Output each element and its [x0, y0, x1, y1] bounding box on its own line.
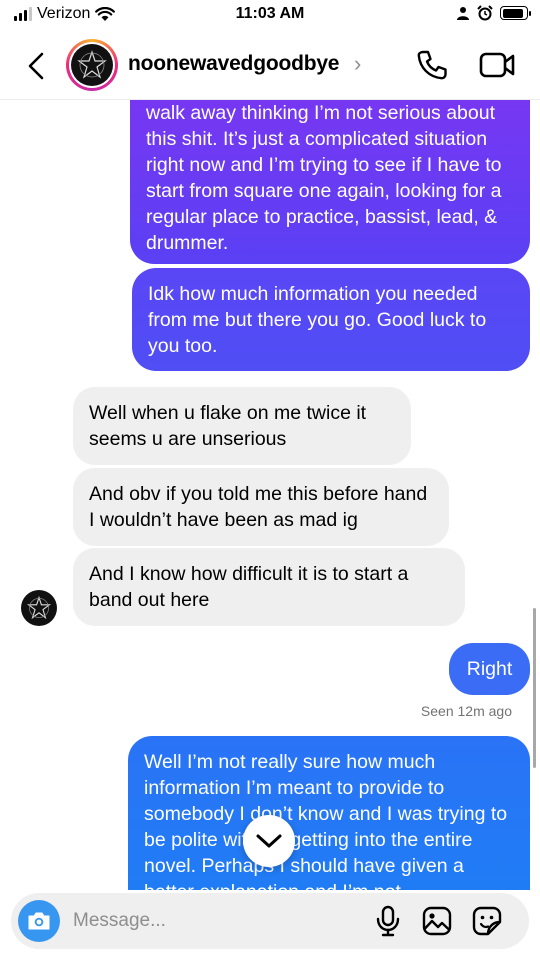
message-input[interactable]	[73, 908, 353, 934]
message-bubble-outgoing[interactable]: Right	[449, 643, 530, 695]
gallery-button[interactable]	[421, 905, 453, 937]
phone-icon	[417, 50, 447, 80]
alarm-icon	[477, 5, 493, 21]
camera-button[interactable]	[18, 900, 60, 942]
avatar-emblem-icon	[27, 596, 51, 620]
sender-avatar[interactable]	[21, 590, 57, 626]
chevron-down-icon	[256, 834, 282, 848]
status-icons	[456, 5, 531, 21]
camera-icon	[28, 912, 50, 930]
message-bubble-incoming[interactable]: Well when u flake on me twice it seems u…	[73, 387, 411, 465]
battery-icon	[500, 6, 531, 20]
message-bubble-outgoing[interactable]: Idk how much information you needed from…	[132, 268, 530, 371]
avatar-emblem-icon	[77, 50, 107, 79]
message-bubble-incoming[interactable]: And I know how difficult it is to start …	[73, 548, 465, 626]
message-composer	[11, 893, 529, 949]
scroll-to-bottom-button[interactable]	[243, 815, 295, 867]
message-bubble-outgoing[interactable]: Well I’m not really sure how much inform…	[128, 736, 530, 890]
message-bubble-outgoing[interactable]: walk away thinking I’m not serious about…	[130, 100, 530, 264]
voice-call-button[interactable]	[414, 47, 450, 83]
chevron-left-icon	[28, 52, 44, 80]
chat-header: noonewavedgoodbye ›	[0, 30, 540, 100]
scrollbar[interactable]	[533, 608, 536, 768]
video-call-button[interactable]	[478, 47, 518, 83]
username[interactable]: noonewavedgoodbye	[128, 52, 339, 76]
status-bar: Verizon 11:03 AM	[0, 0, 540, 30]
microphone-icon	[376, 905, 400, 937]
person-icon	[457, 7, 469, 20]
sticker-icon	[472, 906, 502, 936]
sticker-button[interactable]	[471, 905, 503, 937]
chevron-right-icon[interactable]: ›	[354, 51, 361, 77]
message-bubble-incoming[interactable]: And obv if you told me this before hand …	[73, 468, 449, 546]
video-camera-icon	[479, 52, 515, 78]
avatar[interactable]	[66, 39, 118, 91]
back-button[interactable]	[18, 48, 54, 84]
image-gallery-icon	[422, 906, 452, 936]
voice-message-button[interactable]	[373, 905, 403, 937]
message-thread[interactable]: walk away thinking I’m not serious about…	[0, 100, 540, 890]
seen-status: Seen 12m ago	[420, 703, 512, 719]
